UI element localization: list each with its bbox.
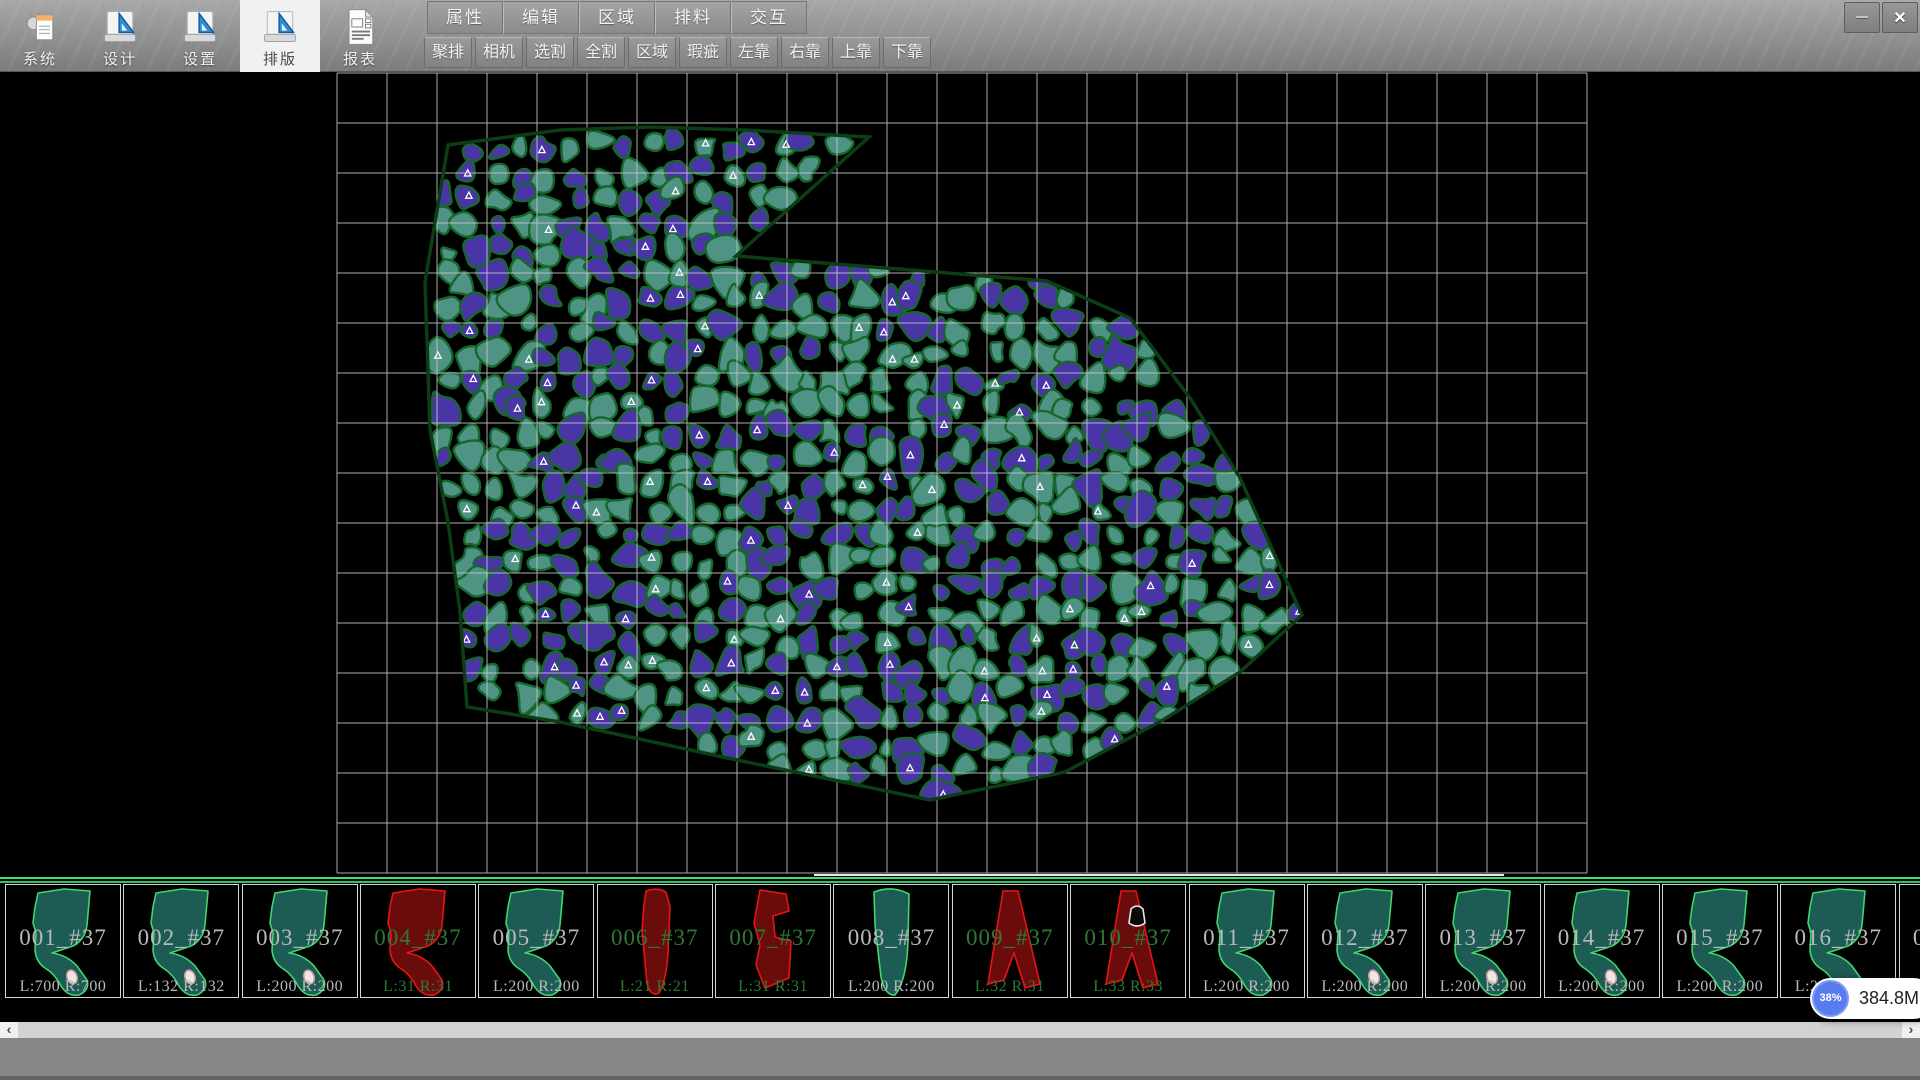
main-button-label: 报表 — [343, 48, 377, 69]
action-toolbar: 聚排相机选割全割区域瑕疵左靠右靠上靠下靠 — [424, 37, 931, 68]
piece-name: 003_#37 — [243, 925, 357, 951]
design-ruler-icon — [100, 7, 140, 47]
piece-thumbnail-strip: 001_#37L:700 R:700002_#37L:132 R:132003_… — [0, 884, 1920, 1000]
piece-name: 005_#37 — [479, 925, 593, 951]
nesting-canvas[interactable] — [0, 72, 1920, 877]
piece-name: 014_#37 — [1545, 925, 1659, 951]
thumbnail-015-37[interactable]: 015_#37 L:200 R:200 — [1662, 884, 1778, 998]
piece-name: 017_#37 — [1900, 925, 1920, 951]
action-button-6[interactable]: 瑕疵 — [679, 37, 727, 68]
thumbnail-001-37[interactable]: 001_#37 L:700 R:700 — [5, 884, 121, 998]
main-button-label: 设计 — [103, 48, 137, 69]
piece-lr-count: L:200 R:200 — [479, 978, 593, 996]
piece-lr-count: L:200 R:200 — [1308, 978, 1422, 996]
strip-separator-line — [0, 877, 1920, 879]
piece-lr-count: L:200 R:200 — [243, 978, 357, 996]
action-button-9[interactable]: 上靠 — [832, 37, 880, 68]
main-button-3[interactable]: 设置 — [160, 0, 240, 72]
piece-lr-count: L:200 R:200 — [1663, 978, 1777, 996]
piece-name: 002_#37 — [124, 925, 238, 951]
status-bar — [0, 1038, 1920, 1080]
scroll-left-arrow[interactable]: ‹ — [0, 1022, 18, 1038]
piece-name: 010_#37 — [1071, 925, 1185, 951]
progress-circle: 38% — [1812, 980, 1849, 1017]
action-button-4[interactable]: 全割 — [577, 37, 625, 68]
main-button-label: 系统 — [23, 48, 57, 69]
thumbnail-006-37[interactable]: 006_#37 L:21 R:21 — [597, 884, 713, 998]
app-window: 系统设计设置排版报表 属性编辑区域排料交互 聚排相机选割全割区域瑕疵左靠右靠上靠… — [0, 0, 1920, 1080]
thumbnail-007-37[interactable]: 007_#37 L:31 R:31 — [715, 884, 831, 998]
memory-badge: 38% 384.8M — [1810, 978, 1920, 1019]
piece-name: 007_#37 — [716, 925, 830, 951]
piece-lr-count: L:21 R:21 — [598, 978, 712, 996]
piece-name: 004_#37 — [361, 925, 475, 951]
piece-lr-count: L:31 R:31 — [716, 978, 830, 996]
thumbnail-014-37[interactable]: 014_#37 L:200 R:200 — [1544, 884, 1660, 998]
piece-lr-count: L:32 R:31 — [953, 978, 1067, 996]
layout-ruler-icon — [260, 7, 300, 47]
main-button-label: 设置 — [183, 48, 217, 69]
menu-tabs: 属性编辑区域排料交互 — [427, 1, 807, 34]
titlebar: 系统设计设置排版报表 属性编辑区域排料交互 聚排相机选割全割区域瑕疵左靠右靠上靠… — [0, 0, 1920, 72]
piece-lr-count: L:200 R:200 — [1426, 978, 1540, 996]
piece-name: 016_#37 — [1781, 925, 1895, 951]
piece-lr-count: L:200 R:200 — [834, 978, 948, 996]
scroll-right-arrow[interactable]: › — [1902, 1022, 1920, 1038]
main-button-4[interactable]: 排版 — [240, 0, 320, 72]
piece-name: 012_#37 — [1308, 925, 1422, 951]
thumbnail-005-37[interactable]: 005_#37 L:200 R:200 — [478, 884, 594, 998]
main-button-1[interactable]: 系统 — [0, 0, 80, 72]
system-gear-icon — [20, 7, 60, 47]
thumbnail-011-37[interactable]: 011_#37 L:200 R:200 — [1189, 884, 1305, 998]
thumbnail-010-37[interactable]: 010_#37 L:33 R:33 — [1070, 884, 1186, 998]
piece-name: 009_#37 — [953, 925, 1067, 951]
close-button[interactable]: ✕ — [1882, 2, 1918, 33]
nesting-layout-svg — [0, 72, 1920, 877]
thumbnail-012-37[interactable]: 012_#37 L:200 R:200 — [1307, 884, 1423, 998]
action-button-8[interactable]: 右靠 — [781, 37, 829, 68]
piece-lr-count: L:200 R:200 — [1545, 978, 1659, 996]
thumbnail-002-37[interactable]: 002_#37 L:132 R:132 — [123, 884, 239, 998]
main-toolbar: 系统 设计 设置 排版 报表 — [0, 0, 400, 72]
menu-tab-1[interactable]: 属性 — [427, 1, 503, 34]
window-controls: ─ ✕ — [1844, 2, 1918, 33]
thumbnail-003-37[interactable]: 003_#37 L:200 R:200 — [242, 884, 358, 998]
piece-lr-count: L:132 R:132 — [124, 978, 238, 996]
strip-separator-line-2 — [0, 881, 1920, 883]
thumbnail-009-37[interactable]: 009_#37 L:32 R:31 — [952, 884, 1068, 998]
piece-name: 006_#37 — [598, 925, 712, 951]
piece-lr-count: L:700 R:700 — [6, 978, 120, 996]
main-button-label: 排版 — [263, 48, 297, 69]
action-button-1[interactable]: 聚排 — [424, 37, 472, 68]
minimize-button[interactable]: ─ — [1844, 2, 1880, 33]
menu-tab-4[interactable]: 排料 — [655, 1, 731, 34]
action-button-7[interactable]: 左靠 — [730, 37, 778, 68]
thumbnail-008-37[interactable]: 008_#37 L:200 R:200 — [833, 884, 949, 998]
action-button-10[interactable]: 下靠 — [883, 37, 931, 68]
menu-tab-2[interactable]: 编辑 — [503, 1, 579, 34]
strip-top-edge — [814, 874, 1504, 876]
piece-lr-count: L:33 R:33 — [1071, 978, 1185, 996]
horizontal-scrollbar[interactable]: ‹ › — [0, 1022, 1920, 1038]
action-button-3[interactable]: 选割 — [526, 37, 574, 68]
thumbnail-004-37[interactable]: 004_#37 L:31 R:31 — [360, 884, 476, 998]
piece-name: 008_#37 — [834, 925, 948, 951]
piece-name: 001_#37 — [6, 925, 120, 951]
thumbnail-013-37[interactable]: 013_#37 L:200 R:200 — [1425, 884, 1541, 998]
memory-value: 384.8M — [1859, 988, 1919, 1009]
piece-name: 015_#37 — [1663, 925, 1777, 951]
piece-lr-count: L:200 R:200 — [1190, 978, 1304, 996]
settings-ruler-icon — [180, 7, 220, 47]
piece-name: 011_#37 — [1190, 925, 1304, 951]
main-button-2[interactable]: 设计 — [80, 0, 160, 72]
action-button-2[interactable]: 相机 — [475, 37, 523, 68]
main-button-5[interactable]: 报表 — [320, 0, 400, 72]
action-button-5[interactable]: 区域 — [628, 37, 676, 68]
menu-tab-5[interactable]: 交互 — [731, 1, 807, 34]
menu-tab-3[interactable]: 区域 — [579, 1, 655, 34]
piece-lr-count: L:31 R:31 — [361, 978, 475, 996]
report-doc-icon — [340, 7, 380, 47]
piece-name: 013_#37 — [1426, 925, 1540, 951]
